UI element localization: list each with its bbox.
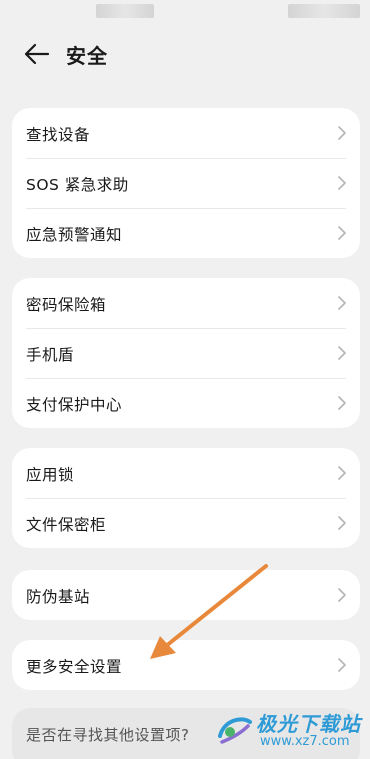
chevron-right-icon bbox=[338, 346, 346, 360]
chevron-right-icon bbox=[338, 396, 346, 410]
menu-item-label: 支付保护中心 bbox=[26, 396, 123, 414]
menu-item-fake-base-station[interactable]: 防伪基站 bbox=[12, 570, 360, 620]
chevron-right-icon bbox=[338, 296, 346, 310]
watermark-url: www.xz7.com bbox=[260, 734, 350, 749]
menu-item-label: 防伪基站 bbox=[26, 588, 91, 606]
menu-item-sos[interactable]: SOS 紧急求助 bbox=[12, 158, 360, 208]
menu-item-label: 文件保密柜 bbox=[26, 516, 107, 534]
page-title: 安全 bbox=[66, 44, 108, 68]
settings-group-5: 更多安全设置 bbox=[12, 640, 360, 690]
settings-group-2: 密码保险箱 手机盾 支付保护中心 bbox=[12, 278, 360, 428]
suggestion-text: 是否在寻找其他设置项? bbox=[26, 726, 190, 744]
menu-item-label: 更多安全设置 bbox=[26, 658, 123, 676]
watermark: 极光下载站 www.xz7.com bbox=[210, 706, 370, 756]
menu-item-label: 手机盾 bbox=[26, 346, 75, 364]
back-arrow-icon[interactable] bbox=[24, 42, 50, 66]
menu-item-password-vault[interactable]: 密码保险箱 bbox=[12, 278, 360, 328]
status-bar-left-blurred bbox=[96, 4, 154, 18]
chevron-right-icon bbox=[338, 466, 346, 480]
settings-group-3: 应用锁 文件保密柜 bbox=[12, 448, 360, 548]
menu-item-file-safe[interactable]: 文件保密柜 bbox=[12, 498, 360, 548]
menu-item-emergency-alerts[interactable]: 应急预警通知 bbox=[12, 208, 360, 258]
menu-item-find-device[interactable]: 查找设备 bbox=[12, 108, 360, 158]
menu-item-label: SOS 紧急求助 bbox=[26, 176, 129, 194]
menu-item-more-security-settings[interactable]: 更多安全设置 bbox=[12, 640, 360, 690]
menu-item-app-lock[interactable]: 应用锁 bbox=[12, 448, 360, 498]
menu-item-label: 应用锁 bbox=[26, 466, 75, 484]
chevron-right-icon bbox=[338, 588, 346, 602]
status-bar-right-blurred bbox=[288, 4, 360, 18]
chevron-right-icon bbox=[338, 176, 346, 190]
menu-item-label: 应急预警通知 bbox=[26, 226, 123, 244]
header: 安全 bbox=[0, 36, 370, 72]
menu-item-payment-protection[interactable]: 支付保护中心 bbox=[12, 378, 360, 428]
menu-item-label: 查找设备 bbox=[26, 126, 91, 144]
settings-group-4: 防伪基站 bbox=[12, 570, 360, 620]
chevron-right-icon bbox=[338, 516, 346, 530]
watermark-name: 极光下载站 bbox=[256, 712, 361, 736]
settings-group-1: 查找设备 SOS 紧急求助 应急预警通知 bbox=[12, 108, 360, 258]
security-settings-screen: 安全 查找设备 SOS 紧急求助 应急预警通知 密码保险箱 手机盾 支付保护中心 bbox=[0, 0, 370, 759]
menu-item-label: 密码保险箱 bbox=[26, 296, 107, 314]
chevron-right-icon bbox=[338, 226, 346, 240]
status-bar bbox=[0, 0, 370, 24]
chevron-right-icon bbox=[338, 658, 346, 672]
chevron-right-icon bbox=[338, 126, 346, 140]
watermark-logo-icon bbox=[218, 717, 252, 744]
menu-item-phone-shield[interactable]: 手机盾 bbox=[12, 328, 360, 378]
